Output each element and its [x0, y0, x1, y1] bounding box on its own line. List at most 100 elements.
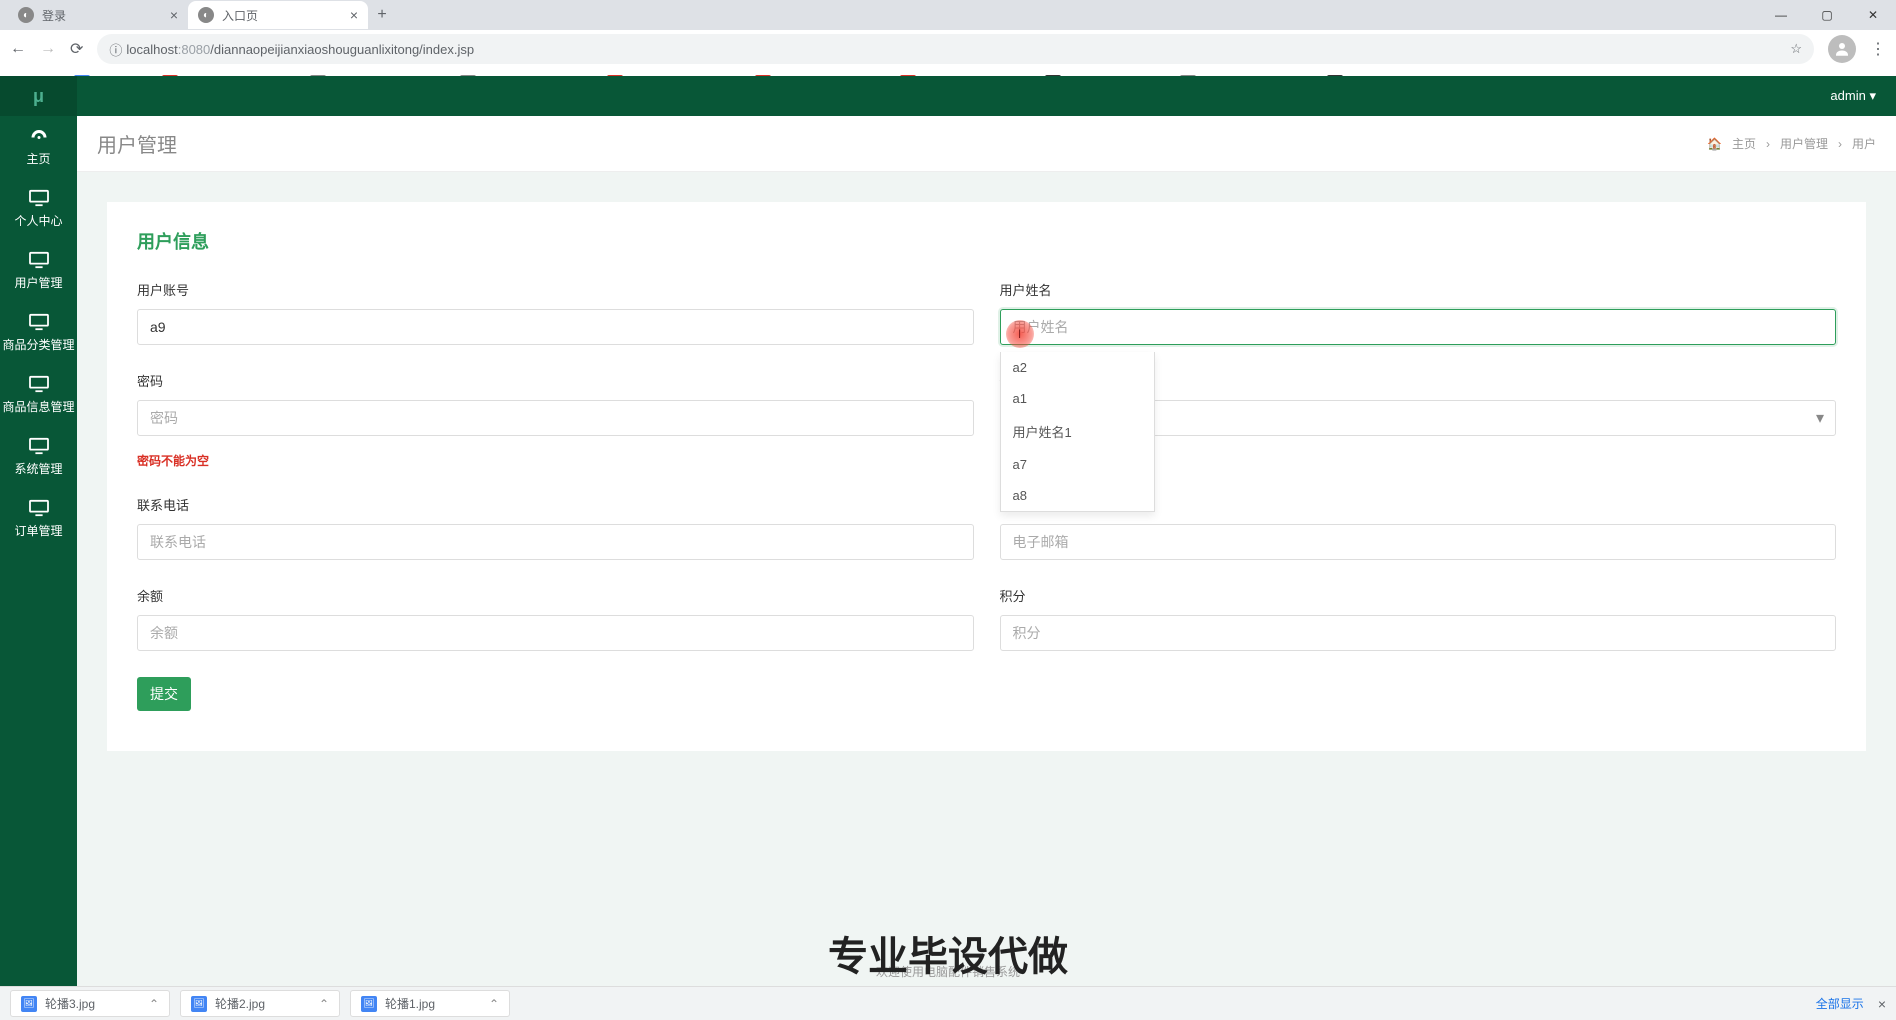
close-icon[interactable]: × — [350, 7, 358, 23]
download-item[interactable]: 🖼 轮播1.jpg ⌃ — [350, 990, 510, 1017]
breadcrumb-section[interactable]: 用户管理 — [1780, 135, 1828, 152]
form-group-account: 用户账号 — [137, 280, 974, 345]
monitor-icon — [28, 437, 50, 455]
globe-icon: ◐ — [18, 7, 34, 23]
download-bar: 🖼 轮播3.jpg ⌃ 🖼 轮播2.jpg ⌃ 🖼 轮播1.jpg ⌃ 全部显示… — [0, 986, 1896, 1020]
autocomplete-dropdown: a2 a1 用户姓名1 a7 a8 — [1000, 352, 1155, 512]
sidebar-item-orders[interactable]: 订单管理 — [0, 488, 77, 550]
back-icon[interactable]: ← — [10, 40, 26, 58]
chevron-down-icon: ▾ — [1869, 88, 1876, 103]
sidebar-item-profile[interactable]: 个人中心 — [0, 178, 77, 240]
sidebar-item-home[interactable]: 主页 — [0, 116, 77, 178]
monitor-icon — [28, 189, 50, 207]
download-item[interactable]: 🖼 轮播3.jpg ⌃ — [10, 990, 170, 1017]
password-input[interactable] — [137, 400, 974, 436]
browser-tab[interactable]: ◐ 登录 × — [8, 1, 188, 29]
points-label: 积分 — [1000, 586, 1837, 605]
topbar-user-dropdown[interactable]: admin ▾ — [1830, 88, 1876, 104]
download-item[interactable]: 🖼 轮播2.jpg ⌃ — [180, 990, 340, 1017]
account-input[interactable] — [137, 309, 974, 345]
chevron-up-icon[interactable]: ⌃ — [489, 997, 499, 1011]
sidebar: μ 主页 个人中心 用户管理 商品分类管理 商品信息管理 系统管理 订单管理 — [0, 76, 77, 986]
email-input[interactable] — [1000, 524, 1837, 560]
image-icon: 🖼 — [361, 996, 377, 1012]
info-icon[interactable]: ⓘ — [109, 40, 122, 59]
password-error: 密码不能为空 — [137, 452, 974, 469]
submit-button[interactable]: 提交 — [137, 677, 191, 711]
password-label: 密码 — [137, 371, 974, 390]
dashboard-icon — [28, 127, 50, 145]
download-show-all[interactable]: 全部显示 — [1816, 995, 1864, 1012]
sidebar-logo[interactable]: μ — [0, 76, 77, 116]
autocomplete-item[interactable]: a8 — [1001, 480, 1154, 511]
image-icon: 🖼 — [21, 996, 37, 1012]
cursor-marker: I — [1006, 320, 1034, 348]
url-host: localhost — [126, 42, 177, 57]
phone-label: 联系电话 — [137, 495, 974, 514]
card-user-info: 用户信息 用户账号 用户姓名 I a2 a1 用户姓名1 — [107, 202, 1866, 751]
close-icon[interactable]: × — [170, 7, 178, 23]
new-tab-button[interactable]: + — [368, 6, 396, 24]
phone-input[interactable] — [137, 524, 974, 560]
sidebar-label: 商品信息管理 — [2, 398, 74, 415]
chevron-right-icon: › — [1766, 137, 1770, 151]
chevron-right-icon: › — [1838, 137, 1842, 151]
breadcrumb-home[interactable]: 主页 — [1732, 135, 1756, 152]
autocomplete-item[interactable]: a2 — [1001, 352, 1154, 383]
chevron-up-icon[interactable]: ⌃ — [149, 997, 159, 1011]
form-group-phone: 联系电话 — [137, 495, 974, 560]
topbar-user-label: admin — [1830, 88, 1865, 103]
balance-input[interactable] — [137, 615, 974, 651]
username-input[interactable] — [1000, 309, 1837, 345]
forward-icon[interactable]: → — [40, 40, 56, 58]
tab-title: 登录 — [42, 7, 66, 24]
monitor-icon — [28, 313, 50, 331]
browser-chrome: ◐ 登录 × ◐ 入口页 × + — ▢ ✕ ← → ⟳ ⓘ localhost… — [0, 0, 1896, 76]
form-grid: 用户账号 用户姓名 I a2 a1 用户姓名1 a7 a8 — [137, 280, 1836, 711]
content: 用户信息 用户账号 用户姓名 I a2 a1 用户姓名1 — [77, 172, 1896, 986]
autocomplete-item[interactable]: a7 — [1001, 449, 1154, 480]
account-label: 用户账号 — [137, 280, 974, 299]
url-bar[interactable]: ⓘ localhost:8080/diannaopeijianxiaoshoug… — [97, 34, 1814, 64]
sidebar-item-category[interactable]: 商品分类管理 — [0, 302, 77, 364]
star-icon[interactable]: ☆ — [1790, 41, 1802, 57]
form-group-username: 用户姓名 I a2 a1 用户姓名1 a7 a8 — [1000, 280, 1837, 345]
url-path: /diannaopeijianxiaoshouguanlixitong/inde… — [210, 42, 474, 57]
sidebar-label: 个人中心 — [14, 212, 62, 229]
page-header: 用户管理 🏠 主页 › 用户管理 › 用户 — [77, 116, 1896, 172]
breadcrumb-leaf: 用户 — [1852, 135, 1876, 152]
monitor-icon — [28, 251, 50, 269]
minimize-icon[interactable]: — — [1758, 0, 1804, 30]
sidebar-item-users[interactable]: 用户管理 — [0, 240, 77, 302]
download-filename: 轮播3.jpg — [45, 995, 95, 1012]
sidebar-item-system[interactable]: 系统管理 — [0, 426, 77, 488]
username-label: 用户姓名 — [1000, 280, 1837, 299]
autocomplete-item[interactable]: 用户姓名1 — [1001, 414, 1154, 449]
address-row: ← → ⟳ ⓘ localhost:8080/diannaopeijianxia… — [0, 30, 1896, 68]
close-icon[interactable]: × — [1878, 996, 1886, 1012]
tabs-row: ◐ 登录 × ◐ 入口页 × + — ▢ ✕ — [0, 0, 1896, 30]
form-group-password: 密码 密码不能为空 — [137, 371, 974, 469]
reload-icon[interactable]: ⟳ — [70, 39, 83, 59]
chevron-up-icon[interactable]: ⌃ — [319, 997, 329, 1011]
autocomplete-item[interactable]: a1 — [1001, 383, 1154, 414]
globe-icon: ◐ — [198, 7, 214, 23]
sidebar-item-product[interactable]: 商品信息管理 — [0, 364, 77, 426]
close-icon[interactable]: ✕ — [1850, 0, 1896, 30]
browser-tab-active[interactable]: ◐ 入口页 × — [188, 1, 368, 29]
sidebar-label: 订单管理 — [14, 522, 62, 539]
main: admin ▾ 用户管理 🏠 主页 › 用户管理 › 用户 用户信息 用户账号 — [77, 76, 1896, 986]
profile-icon[interactable] — [1828, 35, 1856, 63]
menu-dots-icon[interactable]: ⋮ — [1870, 39, 1886, 59]
url-port: :8080 — [178, 42, 211, 57]
download-filename: 轮播2.jpg — [215, 995, 265, 1012]
breadcrumb: 🏠 主页 › 用户管理 › 用户 — [1707, 135, 1876, 152]
form-group-balance: 余额 — [137, 586, 974, 651]
maximize-icon[interactable]: ▢ — [1804, 0, 1850, 30]
sidebar-label: 用户管理 — [14, 274, 62, 291]
watermark-text: 专业毕设代做 — [828, 924, 1068, 982]
sidebar-label: 系统管理 — [14, 460, 62, 477]
points-input[interactable] — [1000, 615, 1837, 651]
monitor-icon — [28, 375, 50, 393]
card-title: 用户信息 — [137, 228, 1836, 254]
